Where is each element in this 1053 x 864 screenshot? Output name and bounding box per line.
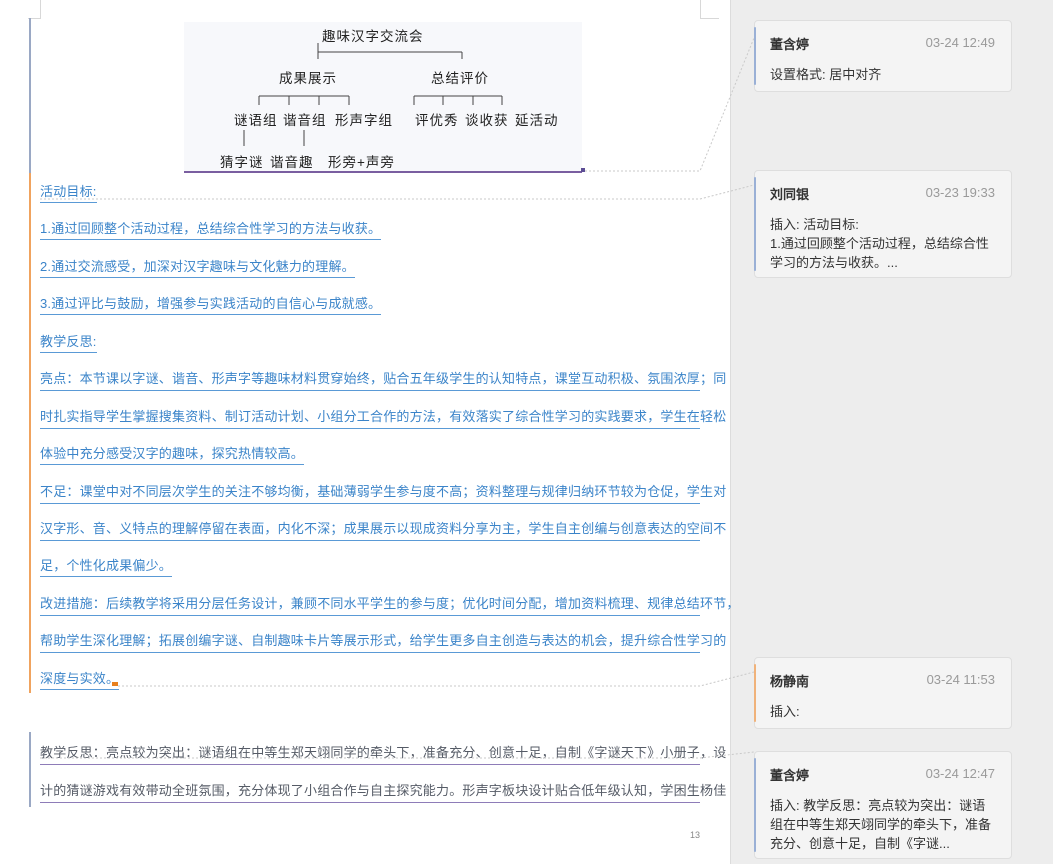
comment-body: 插入: 教学反思：亮点较为突出：谜语组在中等生郑天翊同学的牵头下，准备充分、创意… xyxy=(770,798,992,851)
comment-time: 03-24 12:47 xyxy=(925,766,995,781)
comment-body: 插入: 活动目标: 1.通过回顾整个活动过程，总结综合性学习的方法与收获。... xyxy=(770,217,989,270)
comment-connectors xyxy=(40,37,755,759)
comment-card[interactable]: 董含婷 03-24 12:49 设置格式: 居中对齐 xyxy=(754,20,1012,92)
comment-card[interactable]: 刘同银 03-23 19:33 插入: 活动目标: 1.通过回顾整个活动过程，总… xyxy=(754,170,1012,278)
comment-time: 03-24 11:53 xyxy=(926,672,995,687)
comment-body: 设置格式: 居中对齐 xyxy=(770,67,882,82)
comment-card[interactable]: 杨静南 03-24 11:53 插入: xyxy=(754,657,1012,729)
comment-card[interactable]: 董含婷 03-24 12:47 插入: 教学反思：亮点较为突出：谜语组在中等生郑… xyxy=(754,751,1012,859)
comment-time: 03-24 12:49 xyxy=(925,35,995,50)
comment-time: 03-23 19:33 xyxy=(925,185,995,200)
comment-body: 插入: xyxy=(770,704,800,719)
